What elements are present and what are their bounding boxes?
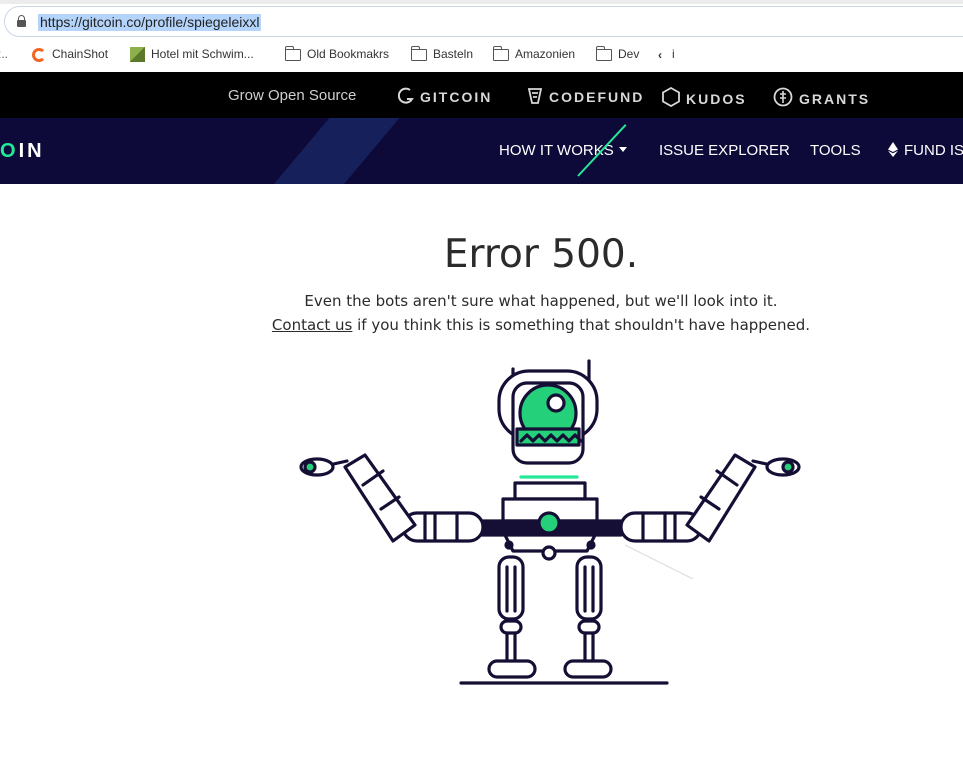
bookmark-label: Dev [618, 47, 640, 61]
bookmark-amazonien[interactable]: Amazonien [492, 45, 576, 62]
error-description: Even the bots aren't sure what happened,… [304, 292, 778, 310]
caret-down-icon [618, 147, 627, 152]
ethereum-icon [888, 142, 898, 157]
codefund-label: CODEFUND [549, 89, 645, 105]
bookmark-label: Amazonien [515, 47, 576, 61]
nav-label: FUND IS [904, 142, 963, 159]
bookmark-label: Hotel mit Schwim... [151, 47, 254, 61]
k-icon: ‹ [658, 47, 662, 62]
bookmark-chainshot[interactable]: ChainShot [32, 46, 108, 62]
ecosystem-bar: Grow Open Source GITCOIN CODEFUND KUDOS … [0, 72, 963, 118]
logo-o: O [0, 140, 19, 162]
gitcoin-label: GITCOIN [420, 89, 493, 105]
robot-illustration [299, 359, 801, 685]
nav-tools[interactable]: TOOLS [810, 142, 861, 159]
kudos-label: KUDOS [686, 91, 747, 107]
error-title: Error 500. [443, 232, 639, 277]
grants-icon [773, 87, 793, 107]
bookmark-label: i [672, 47, 675, 61]
grants-link[interactable]: GRANTS [773, 87, 871, 107]
bookmark-basteln[interactable]: Basteln [410, 45, 474, 62]
browser-chrome: https://gitcoin.co/profile/spiegeleixxl … [0, 0, 963, 72]
lock-icon [17, 15, 26, 27]
hotel-icon [130, 47, 145, 63]
folder-icon [595, 45, 612, 61]
bookmark-i[interactable]: ‹ i [658, 46, 675, 62]
contact-us-link[interactable]: Contact us [272, 316, 352, 334]
kudos-icon [662, 87, 680, 107]
codefund-icon [527, 88, 543, 104]
bookmark-dev[interactable]: Dev [595, 45, 640, 62]
bookmark-label: Old Bookmakrs [307, 47, 390, 61]
logo-text: IN [18, 140, 45, 162]
bookmark-label: Basteln [433, 47, 474, 61]
nav-issue-explorer[interactable]: ISSUE EXPLORER [659, 142, 790, 159]
folder-icon [492, 45, 509, 61]
bookmark-old-bookmakrs[interactable]: Old Bookmakrs [284, 45, 390, 62]
kudos-link[interactable]: KUDOS [662, 87, 747, 107]
url-text[interactable]: https://gitcoin.co/profile/spiegeleixxl [38, 14, 262, 31]
address-bar[interactable]: https://gitcoin.co/profile/spiegeleixxl [4, 6, 963, 37]
codefund-link[interactable]: CODEFUND [527, 87, 644, 105]
main-navbar: OIN HOW IT WORKS ISSUE EXPLORER TOOLS FU… [0, 118, 963, 184]
tab-strip-edge [0, 0, 963, 4]
grants-label: GRANTS [799, 91, 871, 107]
bookmark-hotel[interactable]: Hotel mit Schwim... [130, 46, 254, 63]
nav-fund-issue[interactable]: FUND IS [888, 142, 963, 159]
gitcoin-logo[interactable]: OIN [0, 140, 45, 163]
bookmark-label: ChainShot [52, 47, 109, 61]
gitcoin-icon [398, 87, 414, 104]
tagline[interactable]: Grow Open Source [228, 87, 356, 105]
gitcoin-link[interactable]: GITCOIN [398, 87, 492, 105]
error-contact-line: Contact us if you think this is somethin… [0, 316, 963, 334]
nav-decor-stripe [262, 118, 408, 184]
folder-icon [284, 45, 301, 61]
error-contact-text: if you think this is something that shou… [352, 316, 811, 334]
bookmarks-bar: :.. ChainShot Hotel mit Schwim... Old Bo… [0, 42, 963, 66]
bookmark-overflow[interactable]: :.. [0, 46, 8, 62]
chainshot-icon [32, 47, 46, 62]
folder-icon [410, 45, 427, 61]
